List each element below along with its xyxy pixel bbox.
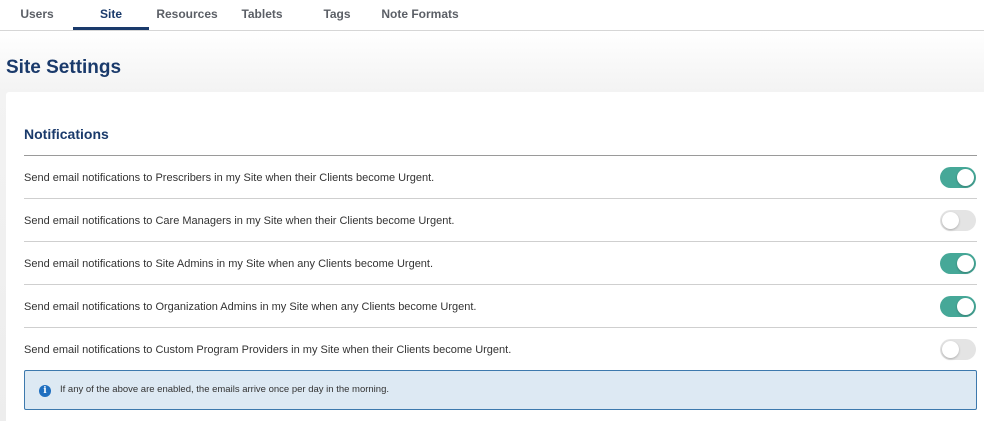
top-navigation: Users Site Resources Tablets Tags Note F… xyxy=(0,0,984,31)
toggle-custom-program-providers[interactable] xyxy=(940,339,976,360)
row-divider xyxy=(24,198,977,199)
row-divider xyxy=(24,241,977,242)
tab-tablets[interactable]: Tablets xyxy=(236,0,288,30)
notification-label-custom-program-providers: Send email notifications to Custom Progr… xyxy=(24,344,512,356)
info-icon: i xyxy=(39,385,51,397)
tab-site[interactable]: Site xyxy=(73,0,149,30)
tab-tags[interactable]: Tags xyxy=(318,0,356,30)
row-divider xyxy=(24,284,977,285)
toggle-knob xyxy=(957,298,974,315)
row-divider xyxy=(24,327,977,328)
toggle-prescribers[interactable] xyxy=(940,167,976,188)
info-banner: i If any of the above are enabled, the e… xyxy=(24,370,977,410)
toggle-knob xyxy=(957,255,974,272)
tab-users[interactable]: Users xyxy=(12,0,62,30)
notification-label-organization-admins: Send email notifications to Organization… xyxy=(24,301,477,313)
tab-note-formats[interactable]: Note Formats xyxy=(380,0,460,30)
toggle-knob xyxy=(942,341,959,358)
section-divider xyxy=(24,155,977,156)
page-title: Site Settings xyxy=(6,57,122,78)
notification-label-site-admins: Send email notifications to Site Admins … xyxy=(24,258,434,270)
notifications-section-title: Notifications xyxy=(24,126,109,142)
info-text: If any of the above are enabled, the ema… xyxy=(60,384,390,395)
notification-label-care-managers: Send email notifications to Care Manager… xyxy=(24,215,455,227)
toggle-knob xyxy=(957,169,974,186)
toggle-organization-admins[interactable] xyxy=(940,296,976,317)
tab-resources[interactable]: Resources xyxy=(155,0,219,30)
toggle-care-managers[interactable] xyxy=(940,210,976,231)
toggle-site-admins[interactable] xyxy=(940,253,976,274)
toggle-knob xyxy=(942,212,959,229)
notification-label-prescribers: Send email notifications to Prescribers … xyxy=(24,172,435,184)
